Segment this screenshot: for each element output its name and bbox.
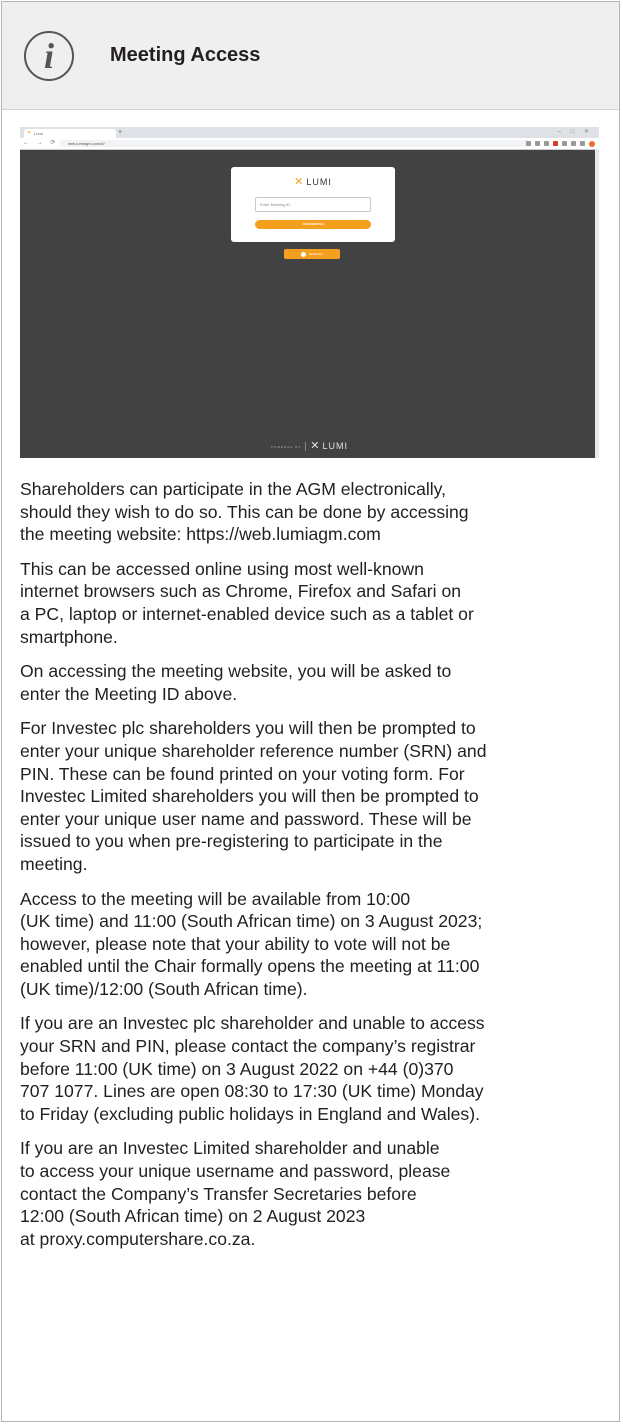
paragraph-browsers: This can be accessed online using most w… xyxy=(20,558,474,647)
profile-icon xyxy=(589,140,595,147)
paragraph-limited-help: If you are an Investec Limited sharehold… xyxy=(20,1138,451,1249)
footer-logo-text: LUMI xyxy=(322,441,349,451)
lumi-logo: ✕ LUMI xyxy=(294,176,332,188)
meeting-id-input: Enter Meeting ID xyxy=(255,197,371,212)
extension-icon xyxy=(571,141,576,146)
extension-icon xyxy=(553,141,558,146)
extension-icon xyxy=(526,141,531,146)
browser-scrollbar xyxy=(595,149,599,458)
paragraph-credentials: For Investec plc shareholders you will t… xyxy=(20,718,487,874)
new-tab-icon: + xyxy=(118,129,123,136)
lumi-login-card: ✕ LUMI Enter Meeting ID JOIN MEETING xyxy=(231,167,395,242)
paragraph-access-times: Access to the meeting will be available … xyxy=(20,888,483,999)
url-field: web.lumiagm.com/#/ xyxy=(60,140,530,147)
browser-tab: ✕ Lumi xyxy=(24,129,116,138)
globe-icon xyxy=(301,251,307,257)
browser-nav-icons: ← → ⟳ xyxy=(23,140,59,146)
paragraph-participation: Shareholders can participate in the AGM … xyxy=(20,479,469,545)
meeting-access-instructions: Shareholders can participate in the AGM … xyxy=(20,478,610,1262)
lumi-favicon-icon: ✕ xyxy=(27,130,32,136)
language-button: ENGLISH xyxy=(284,249,340,259)
card-header: i Meeting Access xyxy=(2,2,619,110)
browser-tab-label: Lumi xyxy=(34,131,43,136)
extension-icon xyxy=(535,141,540,146)
info-icon: i xyxy=(24,30,74,81)
card-title: Meeting Access xyxy=(110,44,261,66)
paragraph-plc-help: If you are an Investec plc shareholder a… xyxy=(20,1013,485,1124)
divider xyxy=(305,442,307,452)
extension-icon xyxy=(544,141,549,146)
paragraph-meeting-id: On accessing the meeting website, you wi… xyxy=(20,661,452,704)
join-meeting-button: JOIN MEETING xyxy=(255,220,371,229)
browser-tab-bar: ✕ Lumi + – □ ✕ xyxy=(20,127,599,138)
lumi-x-icon: ✕ xyxy=(310,440,321,452)
browser-address-bar: ← → ⟳ web.lumiagm.com/#/ xyxy=(20,138,599,150)
extension-icon xyxy=(580,141,585,146)
lumi-website-screenshot: ✕ Lumi + – □ ✕ ← → ⟳ web.lumiagm.com/#/ … xyxy=(20,127,599,458)
powered-by-label: POWERED BY xyxy=(270,444,302,449)
browser-extension-icons xyxy=(526,138,595,149)
extension-icon xyxy=(562,141,567,146)
lumi-x-icon: ✕ xyxy=(294,176,305,188)
powered-by-lumi: POWERED BY ✕ LUMI xyxy=(20,439,599,452)
window-controls-icon: – □ ✕ xyxy=(557,129,593,135)
